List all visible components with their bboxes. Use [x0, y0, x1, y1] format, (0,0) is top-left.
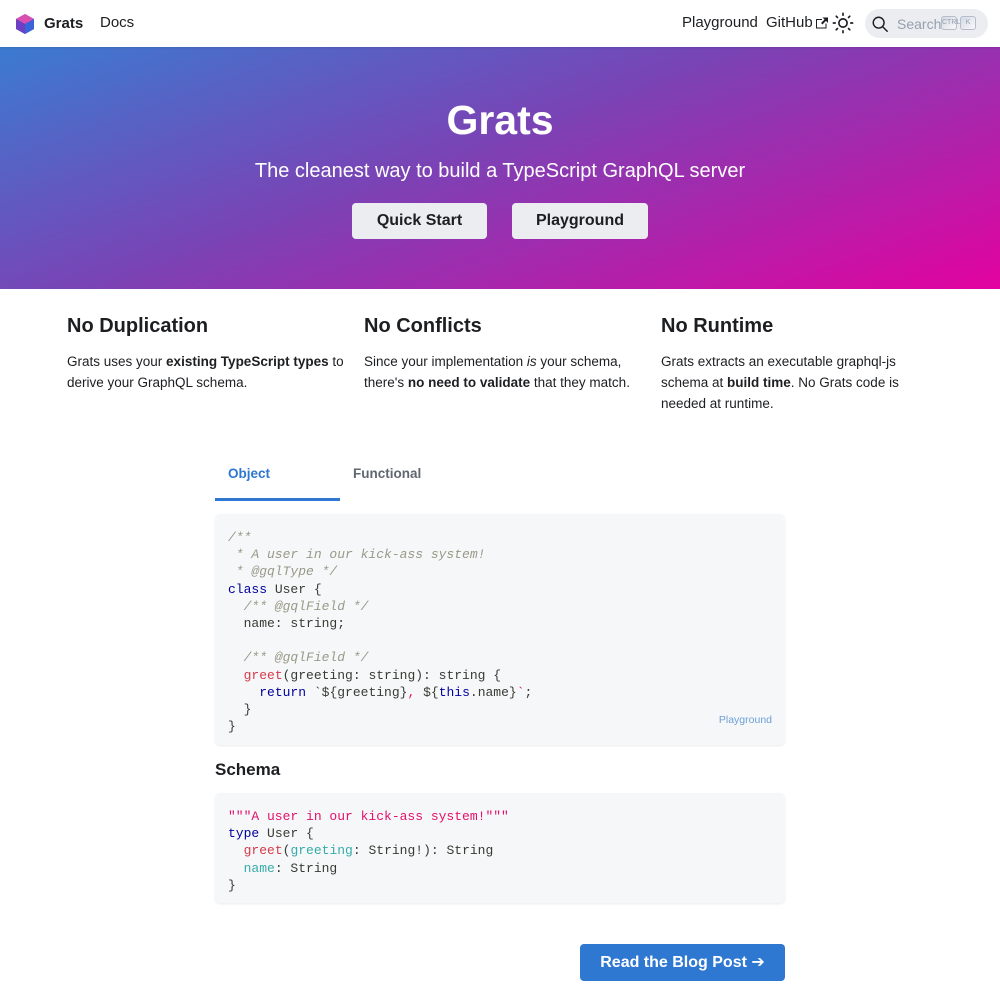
graphql-schema-block: """A user in our kick-ass system!""" typ…: [215, 793, 785, 903]
feature-title: No Duplication: [67, 315, 209, 337]
feature-no-conflicts: No Conflicts Since your implementation i…: [364, 313, 644, 393]
feature-emphasis: no need to validate: [407, 375, 531, 390]
brand-title: Grats: [44, 15, 84, 32]
read-blog-post-button[interactable]: Read the Blog Post ➔: [580, 944, 785, 981]
schema-line: greet(greeting: String!): String: [243, 843, 494, 859]
kbd-k-key: K: [960, 16, 976, 30]
search-button[interactable]: Search CTRL K: [865, 9, 988, 38]
feature-no-runtime: No Runtime Grats extracts an executable …: [661, 313, 941, 414]
code-tabs: Object Oriented Functional: [215, 450, 434, 529]
typescript-code-block: /** * A user in our kick-ass system! * @…: [215, 514, 785, 745]
code-line: return `${greeting}, ${this.name}`;: [259, 684, 533, 700]
feature-text: Since your implementation: [364, 354, 527, 369]
code-line: /** @gqlField */: [228, 650, 369, 666]
code-line: * @gqlType */: [228, 564, 338, 580]
tab-functional[interactable]: Functional: [340, 450, 434, 501]
code-line: name: string;: [228, 616, 346, 632]
code-line: }: [228, 719, 236, 735]
kbd-ctrl-key: CTRL: [941, 16, 960, 30]
quick-start-button[interactable]: Quick Start: [352, 203, 487, 239]
schema-heading: Schema: [215, 760, 281, 779]
schema-line: }: [228, 877, 236, 893]
feature-emphasis: build time: [727, 375, 791, 390]
code-playground-link[interactable]: Playground: [719, 712, 772, 729]
schema-line: type User {: [228, 826, 314, 842]
code-line: class User {: [228, 581, 322, 597]
feature-description: Since your implementation is your schema…: [364, 351, 644, 393]
feature-text: that they match.: [530, 375, 630, 390]
external-link-icon: [815, 17, 828, 28]
code-line: }: [228, 702, 252, 718]
feature-description: Grats extracts an executable graphql-js …: [661, 351, 941, 414]
schema-line: name: String: [243, 860, 338, 876]
nav-github-link[interactable]: GitHub: [766, 14, 828, 31]
hero-title: Grats: [446, 97, 554, 143]
search-placeholder: Search: [897, 15, 942, 32]
sun-icon[interactable]: [832, 12, 854, 34]
feature-emphasis: existing TypeScript types: [166, 354, 329, 369]
feature-italic: is: [526, 354, 537, 369]
nav-playground-link[interactable]: Playground: [682, 14, 758, 31]
tab-object-oriented[interactable]: Object Oriented: [215, 450, 340, 529]
grats-logo-icon: [16, 13, 34, 34]
schema-line: """A user in our kick-ass system!""": [228, 809, 509, 824]
navbar: Grats Docs Playground GitHub Search CTRL…: [0, 0, 1000, 47]
playground-button[interactable]: Playground: [512, 203, 648, 239]
feature-title: No Conflicts: [364, 315, 482, 337]
feature-no-duplication: No Duplication Grats uses your existing …: [67, 313, 347, 393]
nav-docs-link[interactable]: Docs: [100, 14, 134, 31]
hero-banner: Grats The cleanest way to build a TypeSc…: [0, 47, 1000, 289]
github-label: GitHub: [766, 14, 813, 31]
code-line: greet(greeting: string): string {: [243, 667, 502, 683]
search-icon: [872, 16, 888, 32]
feature-text: Grats uses your: [67, 354, 167, 369]
brand-link[interactable]: Grats: [15, 13, 83, 35]
code-line: /** @gqlField */: [228, 598, 369, 614]
code-line: * A user in our kick-ass system!: [228, 547, 486, 563]
hero-subtitle: The cleanest way to build a TypeScript G…: [254, 160, 746, 182]
code-line: /**: [228, 530, 252, 545]
feature-title: No Runtime: [661, 315, 774, 337]
feature-description: Grats uses your existing TypeScript type…: [67, 351, 347, 393]
